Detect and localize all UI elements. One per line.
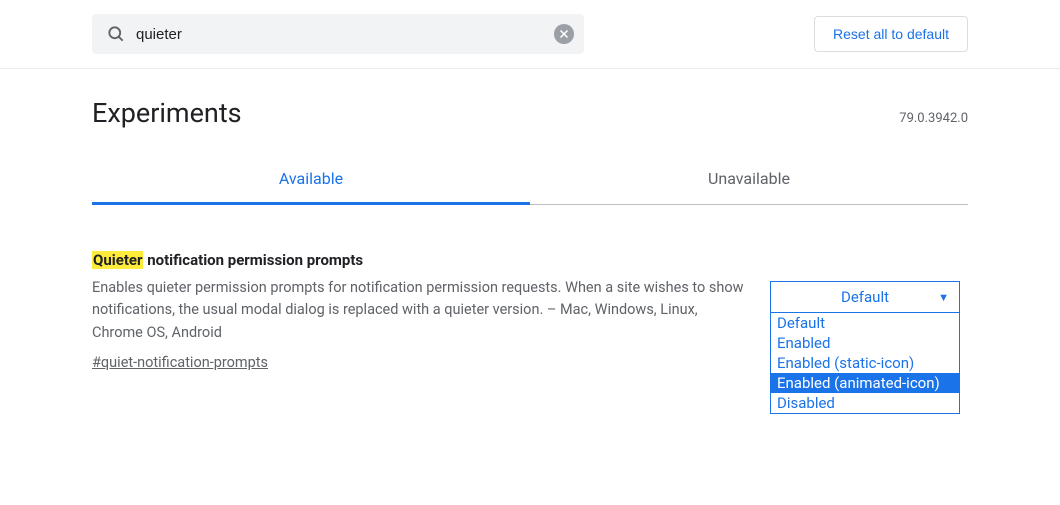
clear-search-button[interactable] xyxy=(554,24,574,44)
option-enabled[interactable]: Enabled xyxy=(771,333,959,353)
flag-title: Quieter notification permission prompts xyxy=(92,251,744,269)
flag-select-dropdown: Default Enabled Enabled (static-icon) En… xyxy=(770,313,960,414)
flag-description: Enables quieter permission prompts for n… xyxy=(92,277,744,344)
option-disabled[interactable]: Disabled xyxy=(771,393,959,413)
flag-hash-link[interactable]: #quiet-notification-prompts xyxy=(92,354,268,371)
option-enabled-animated-icon[interactable]: Enabled (animated-icon) xyxy=(771,373,959,393)
version-label: 79.0.3942.0 xyxy=(899,111,968,126)
page-title: Experiments xyxy=(92,97,242,129)
search-input[interactable] xyxy=(126,26,554,43)
search-icon xyxy=(106,24,126,44)
flag-item: Quieter notification permission prompts … xyxy=(92,251,968,414)
option-default[interactable]: Default xyxy=(771,313,959,333)
search-box[interactable] xyxy=(92,14,584,54)
option-enabled-static-icon[interactable]: Enabled (static-icon) xyxy=(771,353,959,373)
chevron-down-icon: ▼ xyxy=(938,291,949,304)
flag-title-rest: notification permission prompts xyxy=(143,251,363,269)
reset-all-button[interactable]: Reset all to default xyxy=(814,16,968,52)
tab-available[interactable]: Available xyxy=(92,169,530,205)
flag-title-highlight: Quieter xyxy=(92,251,143,269)
flag-select-value: Default xyxy=(841,288,889,306)
tab-unavailable[interactable]: Unavailable xyxy=(530,169,968,205)
tabs: Available Unavailable xyxy=(92,169,968,205)
flag-select[interactable]: Default ▼ xyxy=(770,281,960,313)
top-bar: Reset all to default xyxy=(0,0,1060,69)
